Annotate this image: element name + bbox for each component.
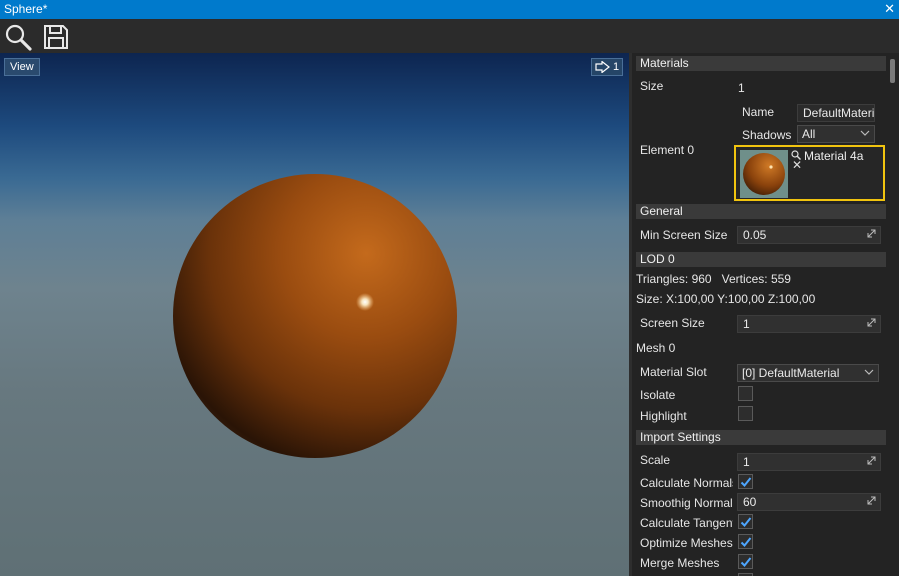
lod-stats: Triangles: 960 Vertices: 559 [636, 272, 791, 286]
resize-icon [867, 496, 876, 505]
camera-speed-icon [595, 61, 610, 73]
calculate-normals-checkbox[interactable] [738, 474, 753, 489]
resize-icon [867, 456, 876, 465]
screen-size-value: 1 [743, 317, 750, 331]
materials-size-label: Size [640, 79, 664, 93]
smoothing-normal-value: 60 [743, 495, 757, 509]
clear-material-icon[interactable]: ✕ [792, 158, 802, 172]
toolbar [0, 19, 899, 53]
isolate-checkbox[interactable] [738, 386, 753, 401]
screen-size-label: Screen Size [640, 316, 705, 330]
optimize-meshes-label: Optimize Meshes [640, 536, 733, 550]
smoothing-normal-field[interactable]: 60 [737, 493, 881, 511]
preview-viewport[interactable]: View 1 [0, 53, 629, 576]
material-slot-value: [0] DefaultMaterial [742, 366, 840, 380]
material-name-label: Name [742, 105, 775, 119]
checkmark-icon [740, 537, 752, 547]
search-icon [5, 24, 32, 51]
highlight-label: Highlight [640, 409, 687, 423]
material-thumbnail[interactable] [740, 150, 788, 198]
camera-speed-value: 1 [613, 61, 620, 73]
scale-field[interactable]: 1 [737, 453, 881, 471]
resize-icon [867, 229, 876, 238]
save-button[interactable] [42, 23, 70, 51]
import-settings-section-header[interactable]: Import Settings [636, 430, 886, 445]
properties-scrollbar[interactable] [890, 59, 895, 83]
element-0-label: Element 0 [640, 143, 695, 157]
materials-section-header[interactable]: Materials [636, 56, 886, 71]
material-slot-dropdown[interactable]: [0] DefaultMaterial [737, 364, 879, 382]
merge-meshes-checkbox[interactable] [738, 554, 753, 569]
save-icon [44, 25, 68, 49]
title-bar: Sphere* ✕ [0, 0, 899, 19]
smoothing-normal-label: Smoothig Normal [640, 496, 733, 510]
scale-value: 1 [743, 455, 750, 469]
scale-label: Scale [640, 453, 671, 467]
resize-icon [867, 318, 876, 327]
close-icon[interactable]: ✕ [884, 1, 895, 17]
checkmark-icon [740, 517, 752, 527]
material-name: Material 4a [804, 149, 864, 163]
calculate-tangents-label: Calculate Tangent [640, 516, 733, 530]
shadows-label: Shadows [742, 128, 792, 142]
min-screen-size-label: Min Screen Size [640, 228, 728, 242]
checkmark-icon [740, 557, 752, 567]
merge-meshes-label: Merge Meshes [640, 556, 720, 570]
lod-size: Size: X:100,00 Y:100,00 Z:100,00 [636, 292, 816, 306]
material-picker[interactable]: ✕ Material 4a [734, 145, 885, 201]
general-section-header[interactable]: General [636, 204, 886, 219]
camera-speed-button[interactable]: 1 [591, 58, 623, 76]
view-menu-button[interactable]: View [4, 58, 40, 76]
shadows-dropdown[interactable]: All [797, 125, 875, 143]
checkmark-icon [740, 477, 752, 487]
chevron-down-icon [864, 369, 874, 375]
window-title: Sphere* [4, 2, 48, 16]
screen-size-field[interactable]: 1 [737, 315, 881, 333]
mesh-0-label: Mesh 0 [636, 341, 676, 355]
search-button[interactable] [4, 23, 32, 51]
chevron-down-icon [860, 130, 870, 136]
material-name-field[interactable]: DefaultMateri [797, 104, 875, 122]
lod-section-header[interactable]: LOD 0 [636, 252, 886, 267]
isolate-label: Isolate [640, 388, 676, 402]
properties-panel[interactable]: Materials Size 1 Name DefaultMateri Shad… [629, 53, 899, 576]
min-screen-size-field[interactable]: 0.05 [737, 226, 881, 244]
sphere-preview [173, 174, 457, 458]
optimize-meshes-checkbox[interactable] [738, 534, 753, 549]
calculate-tangents-checkbox[interactable] [738, 514, 753, 529]
shadows-value: All [802, 127, 816, 141]
min-screen-size-value: 0.05 [743, 228, 767, 242]
calculate-normals-label: Calculate Normals [640, 476, 733, 490]
highlight-checkbox[interactable] [738, 406, 753, 421]
material-slot-label: Material Slot [640, 365, 707, 379]
materials-size-value[interactable]: 1 [738, 81, 745, 95]
